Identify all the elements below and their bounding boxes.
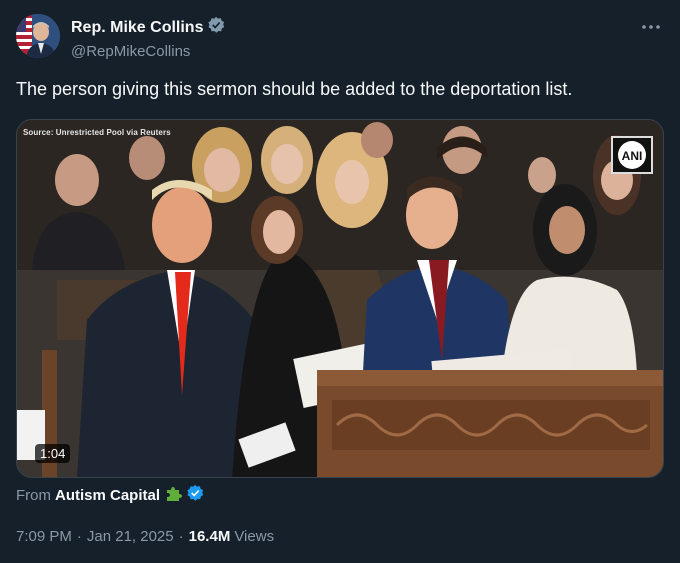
separator: · bbox=[178, 528, 184, 545]
separator: · bbox=[76, 528, 82, 545]
verified-badge-icon bbox=[207, 16, 225, 39]
tweet-meta: 7:09 PM · Jan 21, 2025 · 16.4M Views bbox=[16, 528, 274, 545]
source-label: Source: Unrestricted Pool via Reuters bbox=[23, 128, 171, 137]
author-display-name[interactable]: Rep. Mike Collins bbox=[71, 19, 203, 37]
author-handle[interactable]: @RepMikeCollins bbox=[71, 43, 225, 60]
views-label: Views bbox=[234, 528, 275, 545]
from-label: From bbox=[16, 486, 51, 504]
ani-watermark: ANI bbox=[611, 136, 653, 174]
puzzle-piece-icon bbox=[164, 484, 183, 506]
video-frame bbox=[17, 120, 663, 477]
tweet-time[interactable]: 7:09 PM bbox=[16, 528, 72, 545]
tweet-date[interactable]: Jan 21, 2025 bbox=[87, 528, 174, 545]
name-block: Rep. Mike Collins @RepMikeCollins bbox=[71, 16, 225, 60]
views-count: 16.4M bbox=[188, 528, 231, 545]
video-duration: 1:04 bbox=[35, 444, 71, 463]
avatar[interactable] bbox=[16, 14, 60, 58]
verified-badge-icon bbox=[186, 484, 204, 506]
video-player[interactable]: Source: Unrestricted Pool via Reuters AN… bbox=[16, 119, 664, 478]
more-icon[interactable] bbox=[640, 20, 662, 32]
tweet-text: The person giving this sermon should be … bbox=[16, 79, 573, 99]
tweet-header: Rep. Mike Collins @RepMikeCollins bbox=[16, 14, 664, 62]
media-attribution: From Autism Capital bbox=[16, 484, 204, 506]
ani-watermark-text: ANI bbox=[622, 149, 643, 163]
from-account-name[interactable]: Autism Capital bbox=[55, 487, 160, 504]
